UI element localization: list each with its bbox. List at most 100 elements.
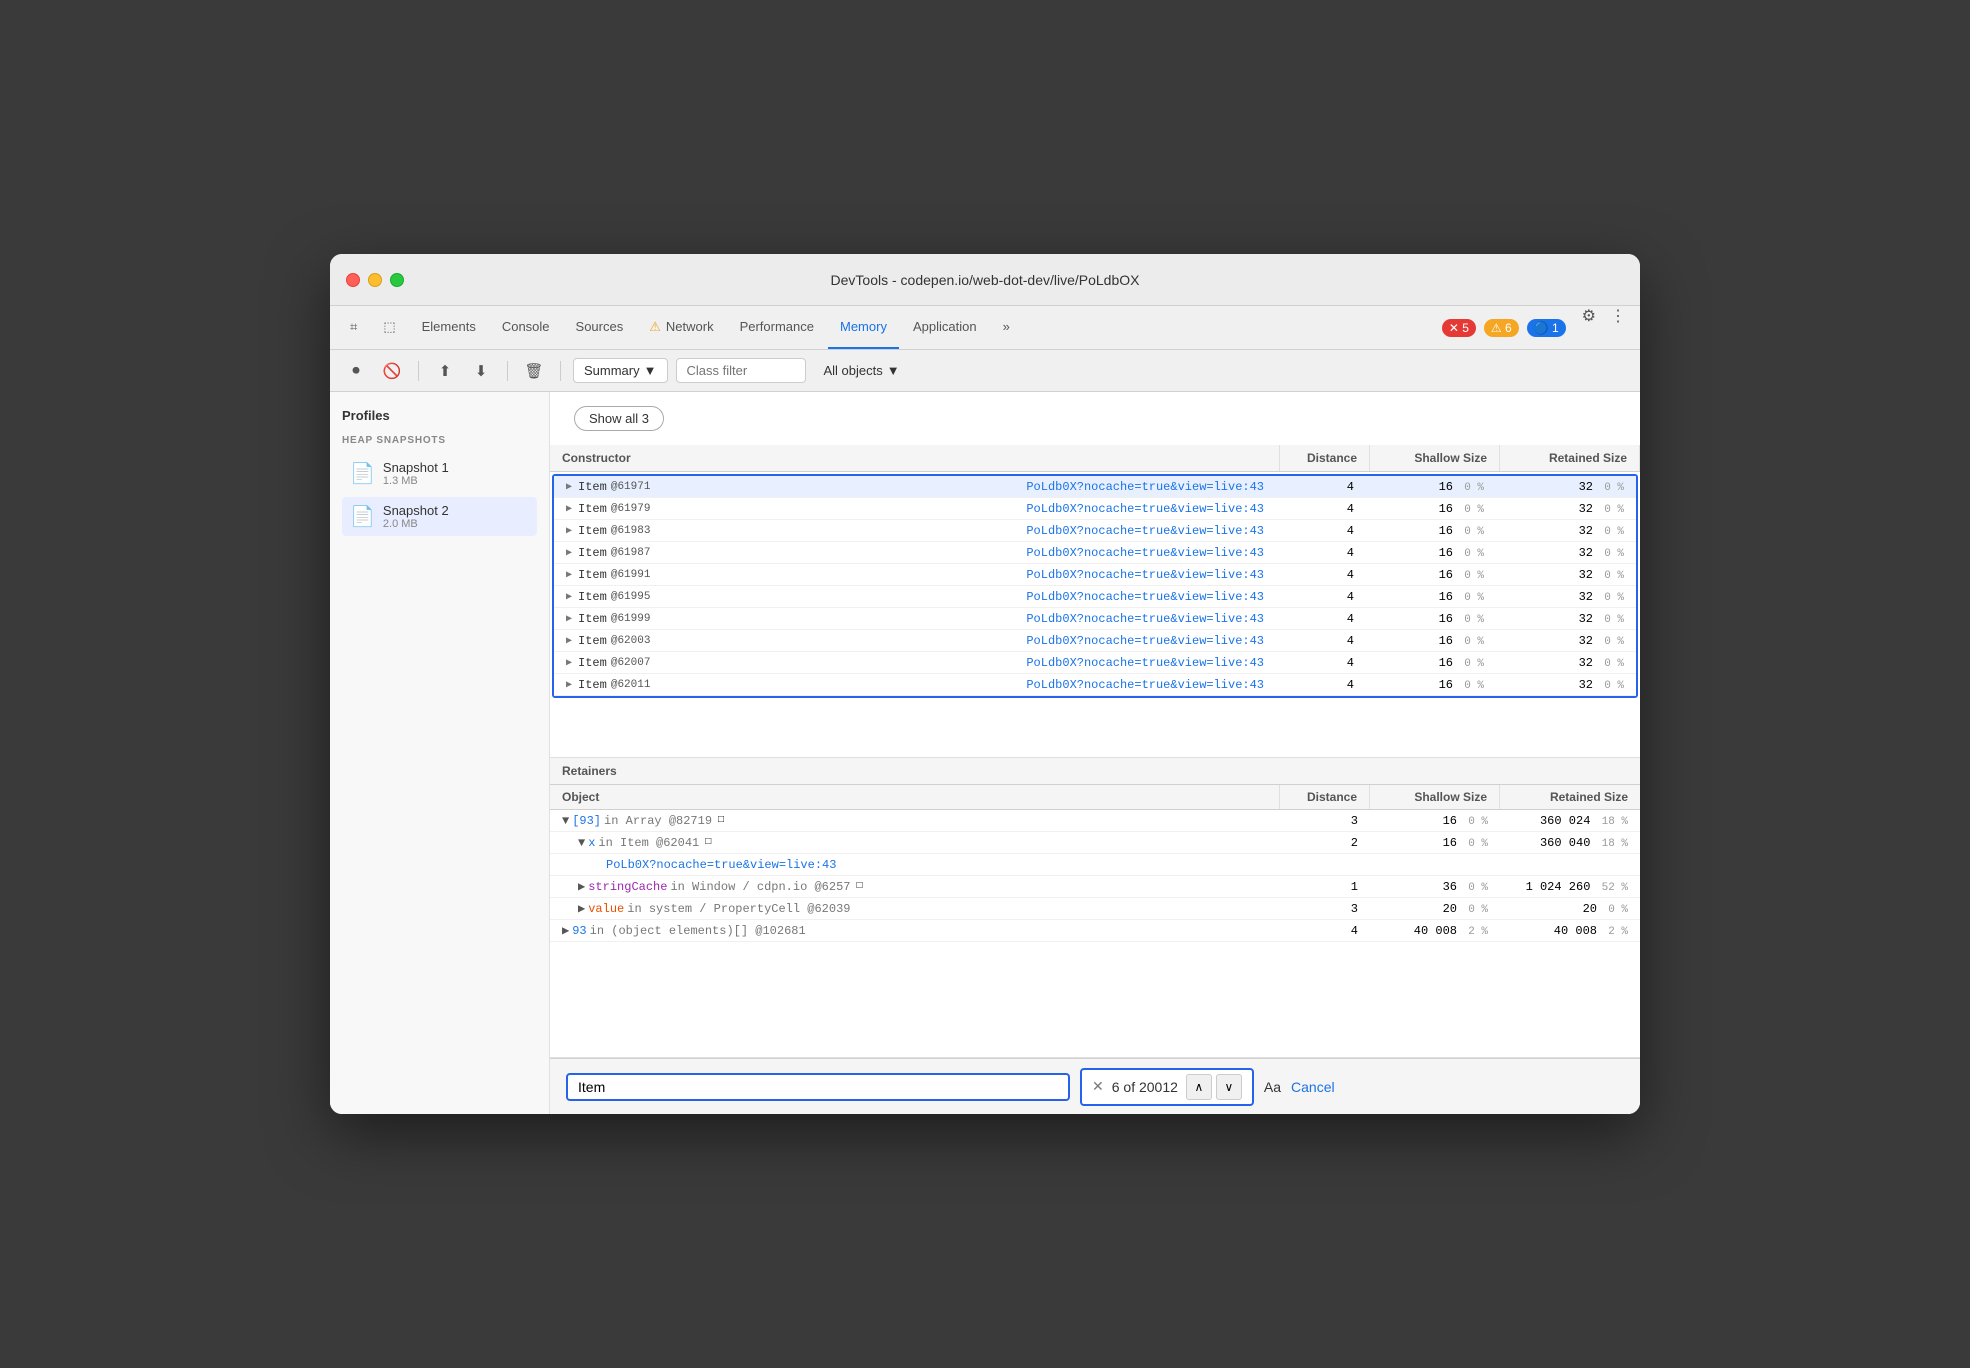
tab-memory[interactable]: Memory <box>828 306 899 349</box>
retainers-header: Retainers <box>550 758 1640 785</box>
divider3 <box>560 361 561 381</box>
tab-network-label: Network <box>666 319 714 334</box>
upload-button[interactable]: ⬆ <box>431 357 459 385</box>
retainers-table: Object Distance Shallow Size Retained Si… <box>550 785 1640 1057</box>
tab-sources[interactable]: Sources <box>564 306 636 349</box>
item-link[interactable]: PoLdb0X?nocache=true&view=live:43 <box>1026 590 1264 604</box>
item-link[interactable]: PoLdb0X?nocache=true&view=live:43 <box>1026 568 1264 582</box>
error-badge[interactable]: ✕ 5 <box>1442 319 1476 337</box>
expand-icon[interactable]: ▶ <box>562 923 569 938</box>
sidebar: Profiles HEAP SNAPSHOTS 📄 Snapshot 1 1.3… <box>330 392 550 1114</box>
expand-icon[interactable]: ▶ <box>578 901 585 916</box>
all-objects-dropdown[interactable]: All objects ▼ <box>814 359 910 382</box>
tab-console[interactable]: Console <box>490 306 562 349</box>
snapshot-size-2: 2.0 MB <box>383 518 529 530</box>
cell-constructor-0: ▶ Item @61971 PoLdb0X?nocache=true&view=… <box>554 477 1276 497</box>
tab-elements-label: Elements <box>422 319 476 334</box>
tab-cursor[interactable]: ⌗ <box>338 306 369 349</box>
th-constructor: Constructor <box>550 445 1280 471</box>
table-row[interactable]: ▶ Item @62007 PoLdb0X?nocache=true&view=… <box>554 652 1636 674</box>
info-badge[interactable]: 🔵 1 <box>1527 319 1566 337</box>
retainer-row[interactable]: ▶ 93 in (object elements)[] @102681 4 40… <box>550 920 1640 942</box>
table-area: Show all 3 Constructor Distance Shallow … <box>550 392 1640 1114</box>
heap-snapshots-label: HEAP SNAPSHOTS <box>342 435 537 446</box>
retainer-row[interactable]: ▶ stringCache in Window / cdpn.io @6257 … <box>550 876 1640 898</box>
tab-elements[interactable]: Elements <box>410 306 488 349</box>
expand-icon[interactable]: ▶ <box>578 879 585 894</box>
search-results-wrapper: ✕ 6 of 20012 ∧ ∨ <box>1080 1068 1254 1106</box>
table-row[interactable]: ▶ Item @61987 PoLdb0X?nocache=true&view=… <box>554 542 1636 564</box>
constructor-table-header: Constructor Distance Shallow Size Retain… <box>550 445 1640 472</box>
table-row[interactable]: ▶ Item @61983 PoLdb0X?nocache=true&view=… <box>554 520 1636 542</box>
expand-icon-0[interactable]: ▶ <box>566 481 572 493</box>
item-link-0[interactable]: PoLdb0X?nocache=true&view=live:43 <box>1026 480 1264 494</box>
sidebar-title: Profiles <box>342 408 537 423</box>
collapse-icon[interactable]: ▼ <box>578 836 585 850</box>
warning-badge[interactable]: ⚠ 6 <box>1484 319 1519 337</box>
tab-more[interactable]: » <box>991 306 1022 349</box>
devtools-window: DevTools - codepen.io/web-dot-dev/live/P… <box>330 254 1640 1114</box>
more-options-icon[interactable]: ⋮ <box>1604 306 1632 349</box>
record-button[interactable]: ⏺ <box>342 357 370 385</box>
tab-inspector[interactable]: ⬚ <box>371 306 407 349</box>
delete-button[interactable]: 🗑 <box>520 357 548 385</box>
search-count: 6 of 20012 <box>1112 1079 1178 1095</box>
item-link[interactable]: PoLdb0X?nocache=true&view=live:43 <box>1026 612 1264 626</box>
snapshot-item-1[interactable]: 📄 Snapshot 1 1.3 MB <box>342 454 537 493</box>
search-next-button[interactable]: ∨ <box>1216 1074 1242 1100</box>
retainer-link[interactable]: PoLb0X?nocache=true&view=live:43 <box>606 858 836 872</box>
tab-performance[interactable]: Performance <box>728 306 826 349</box>
snapshot-size-1: 1.3 MB <box>383 475 529 487</box>
table-row[interactable]: ▶ Item @61995 PoLdb0X?nocache=true&view=… <box>554 586 1636 608</box>
close-button[interactable] <box>346 273 360 287</box>
summary-dropdown[interactable]: Summary ▼ <box>573 358 668 383</box>
clear-button[interactable]: 🚫 <box>378 357 406 385</box>
retainer-row[interactable]: ▼ x in Item @62041 □ 2 16 0 % 360 040 18… <box>550 832 1640 854</box>
table-row[interactable]: ▶ Item @62003 PoLdb0X?nocache=true&view=… <box>554 630 1636 652</box>
table-row[interactable]: ▶ Item @61991 PoLdb0X?nocache=true&view=… <box>554 564 1636 586</box>
search-prev-button[interactable]: ∧ <box>1186 1074 1212 1100</box>
settings-icon[interactable]: ⚙ <box>1576 306 1602 349</box>
minimize-button[interactable] <box>368 273 382 287</box>
item-link[interactable]: PoLdb0X?nocache=true&view=live:43 <box>1026 656 1264 670</box>
item-link[interactable]: PoLdb0X?nocache=true&view=live:43 <box>1026 524 1264 538</box>
search-navigation: ∧ ∨ <box>1186 1074 1242 1100</box>
tabbar: ⌗ ⬚ Elements Console Sources ⚠ Network P… <box>330 306 1640 350</box>
table-row[interactable]: ▶ Item @61979 PoLdb0X?nocache=true&view=… <box>554 498 1636 520</box>
window-title: DevTools - codepen.io/web-dot-dev/live/P… <box>831 272 1140 288</box>
main-content: Profiles HEAP SNAPSHOTS 📄 Snapshot 1 1.3… <box>330 392 1640 1114</box>
search-match-case-button[interactable]: Aa <box>1264 1079 1281 1095</box>
collapse-icon[interactable]: ▼ <box>562 814 569 828</box>
item-link[interactable]: PoLdb0X?nocache=true&view=live:43 <box>1026 546 1264 560</box>
search-input[interactable] <box>578 1079 1058 1095</box>
table-row[interactable]: ▶ Item @62011 PoLdb0X?nocache=true&view=… <box>554 674 1636 696</box>
ret-th-shallow: Shallow Size <box>1370 785 1500 809</box>
retainer-row[interactable]: PoLb0X?nocache=true&view=live:43 <box>550 854 1640 876</box>
snapshot-info-2: Snapshot 2 2.0 MB <box>383 503 529 530</box>
item-link[interactable]: PoLdb0X?nocache=true&view=live:43 <box>1026 634 1264 648</box>
item-link[interactable]: PoLdb0X?nocache=true&view=live:43 <box>1026 502 1264 516</box>
summary-label: Summary <box>584 363 640 378</box>
all-objects-arrow-icon: ▼ <box>887 363 900 378</box>
tab-application[interactable]: Application <box>901 306 989 349</box>
show-all-label: Show all 3 <box>589 411 649 426</box>
item-link[interactable]: PoLdb0X?nocache=true&view=live:43 <box>1026 678 1264 692</box>
download-button[interactable]: ⬇ <box>467 357 495 385</box>
tab-memory-label: Memory <box>840 319 887 334</box>
maximize-button[interactable] <box>390 273 404 287</box>
table-row[interactable]: ▶ Item @61999 PoLdb0X?nocache=true&view=… <box>554 608 1636 630</box>
tab-network[interactable]: ⚠ Network <box>637 306 725 349</box>
constructor-table: Show all 3 Constructor Distance Shallow … <box>550 392 1640 758</box>
retainer-row[interactable]: ▼ [93] in Array @82719 □ 3 16 0 % 360 02… <box>550 810 1640 832</box>
ret-th-distance: Distance <box>1280 785 1370 809</box>
class-filter-input[interactable] <box>676 358 806 383</box>
tab-sources-label: Sources <box>576 319 624 334</box>
search-clear-icon[interactable]: ✕ <box>1092 1078 1104 1095</box>
retainer-row[interactable]: ▶ value in system / PropertyCell @62039 … <box>550 898 1640 920</box>
snapshot-item-2[interactable]: 📄 Snapshot 2 2.0 MB <box>342 497 537 536</box>
expand-icon[interactable]: ▶ <box>566 503 572 515</box>
table-row[interactable]: ▶ Item @61971 PoLdb0X?nocache=true&view=… <box>554 476 1636 498</box>
show-all-button[interactable]: Show all 3 <box>574 406 664 431</box>
search-cancel-button[interactable]: Cancel <box>1291 1079 1335 1095</box>
warning-icon: ⚠ <box>649 319 661 335</box>
